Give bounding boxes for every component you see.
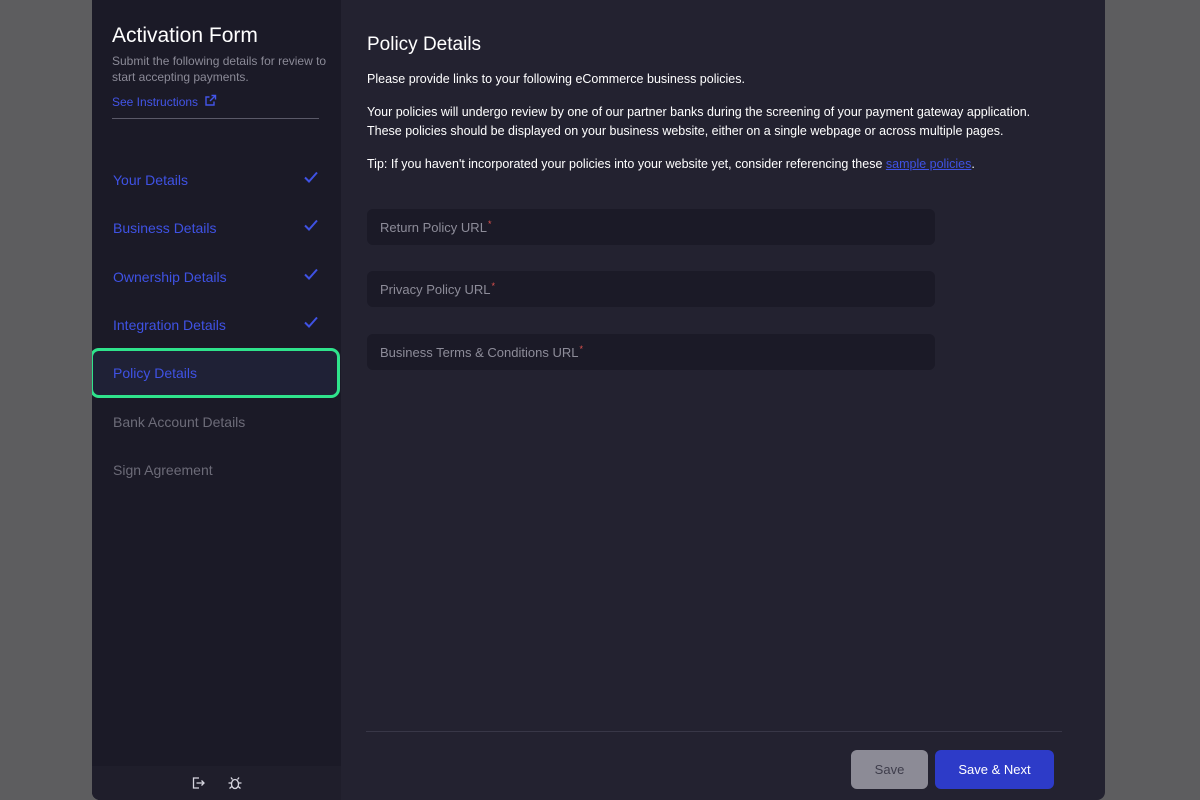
save-button[interactable]: Save [851, 750, 928, 789]
checkmark-icon [304, 218, 318, 234]
tip-text: Tip: If you haven't incorporated your po… [367, 155, 1067, 174]
required-mark: * [491, 281, 496, 291]
checkmark-icon [304, 267, 318, 283]
sidebar-footer [92, 766, 341, 800]
see-instructions-label: See Instructions [112, 95, 199, 109]
step-bank-account-details[interactable]: Bank Account Details [92, 398, 341, 446]
page-title: Policy Details [367, 34, 482, 55]
sidebar-subtitle: Submit the following details for review … [112, 54, 327, 84]
required-mark: * [487, 219, 492, 229]
step-policy-details[interactable]: Policy Details [92, 348, 340, 398]
intro-text: Please provide links to your following e… [367, 72, 745, 86]
main-panel: Policy Details Please provide links to y… [341, 0, 1105, 800]
footer-divider [366, 731, 1062, 732]
field-placeholder: Business Terms & Conditions URL [380, 344, 579, 360]
field-placeholder: Return Policy URL [380, 219, 487, 235]
step-label: Business Details [113, 220, 217, 236]
step-label: Your Details [113, 172, 188, 188]
bug-icon[interactable] [227, 775, 243, 791]
step-label: Bank Account Details [113, 414, 246, 430]
sidebar: Activation Form Submit the following det… [92, 0, 341, 800]
sample-policies-link[interactable]: sample policies [886, 157, 971, 171]
step-business-details[interactable]: Business Details [92, 204, 341, 252]
privacy-policy-url-input[interactable]: Privacy Policy URL * [367, 271, 935, 307]
save-and-next-button[interactable]: Save & Next [935, 750, 1054, 789]
step-label: Integration Details [113, 317, 226, 333]
step-label: Sign Agreement [113, 462, 213, 478]
terms-conditions-url-input[interactable]: Business Terms & Conditions URL * [367, 334, 935, 370]
sidebar-title: Activation Form [112, 24, 258, 47]
step-ownership-details[interactable]: Ownership Details [92, 253, 341, 301]
tip-prefix: Tip: If you haven't incorporated your po… [367, 157, 886, 171]
step-sign-agreement[interactable]: Sign Agreement [92, 446, 341, 494]
sidebar-divider [112, 118, 319, 119]
step-label: Ownership Details [113, 269, 227, 285]
required-mark: * [579, 344, 583, 354]
activation-window: Activation Form Submit the following det… [92, 0, 1105, 800]
checkmark-icon [304, 315, 318, 331]
step-label: Policy Details [113, 365, 198, 381]
step-your-details[interactable]: Your Details [92, 156, 341, 204]
external-link-icon [204, 94, 217, 110]
checkmark-icon [304, 170, 318, 186]
field-placeholder: Privacy Policy URL [380, 281, 491, 297]
see-instructions-link[interactable]: See Instructions [112, 94, 217, 110]
logout-icon[interactable] [191, 776, 205, 790]
review-text: Your policies will undergo review by one… [367, 105, 1031, 138]
return-policy-url-input[interactable]: Return Policy URL * [367, 209, 935, 245]
tip-suffix: . [971, 157, 975, 171]
step-integration-details[interactable]: Integration Details [92, 301, 341, 349]
